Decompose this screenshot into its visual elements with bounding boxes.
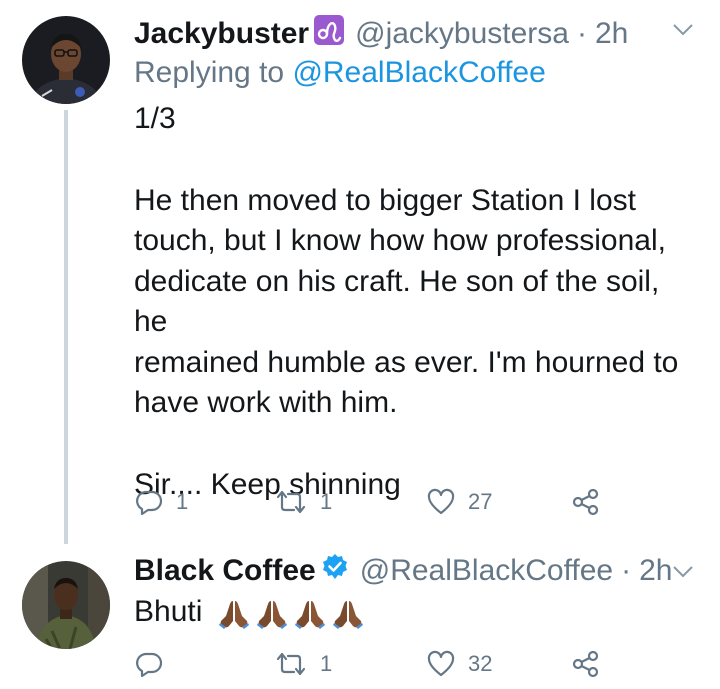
retweet-icon [274, 649, 308, 679]
tweet-header: Black Coffee @RealBlackCoffee · 2h [134, 551, 672, 591]
leo-zodiac-badge-icon [313, 14, 345, 54]
verified-badge-icon [320, 552, 350, 590]
like-count: 32 [468, 651, 493, 676]
timestamp[interactable]: 2h [595, 17, 628, 51]
timestamp[interactable]: 2h [639, 554, 672, 588]
share-icon [571, 487, 601, 517]
chevron-down-icon[interactable] [672, 22, 694, 38]
reply-button[interactable] [134, 644, 176, 684]
avatar-jackybuster[interactable] [22, 16, 110, 104]
tweet-line: touch, but I know how how professional, [134, 224, 666, 257]
thread-line [64, 110, 68, 544]
retweet-icon [274, 487, 308, 517]
tweet-actions: 1 1 27 [134, 482, 614, 522]
tweet-line: remained humble as ever. I'm hourned to [134, 345, 679, 379]
author-name[interactable]: Jackybuster [134, 17, 309, 51]
reply-count: 1 [176, 489, 189, 514]
reply-icon [134, 649, 164, 679]
share-button[interactable] [571, 482, 601, 522]
retweet-button[interactable]: 1 [274, 482, 332, 522]
separator-dot: · [621, 554, 632, 587]
replying-to-label: Replying to [134, 56, 285, 89]
replying-to-handle-link[interactable]: @RealBlackCoffee [292, 56, 545, 89]
tweet-line: have work with him. [134, 386, 398, 419]
tweet-actions: 1 32 [134, 644, 614, 684]
heart-icon [426, 487, 456, 517]
retweet-button[interactable]: 1 [274, 644, 332, 684]
tweet-text: Bhuti [134, 592, 694, 633]
separator-dot: · [576, 17, 587, 50]
heart-icon [426, 649, 456, 679]
tweet-header: Jackybuster @jackybustersa · 2h [134, 14, 628, 54]
folded-hands-emoji-icon [256, 601, 287, 630]
chevron-down-icon[interactable] [672, 564, 694, 580]
tweet-jackybuster[interactable]: Jackybuster @jackybustersa · 2h Replying… [0, 0, 720, 544]
like-button[interactable]: 32 [426, 644, 492, 684]
tweet-line: dedicate on his craft. He son of the soi… [134, 264, 660, 339]
tweet-text: 1/3 He then moved to bigger Station I lo… [134, 99, 694, 505]
like-count: 27 [468, 489, 493, 514]
tweet-line: 1/3 [134, 102, 176, 135]
reply-button[interactable]: 1 [134, 482, 188, 522]
author-name[interactable]: Black Coffee [134, 554, 316, 588]
share-icon [571, 649, 601, 679]
replying-to: Replying to @RealBlackCoffee [134, 56, 546, 90]
avatar-black-coffee[interactable] [22, 561, 110, 649]
folded-hands-emoji-icon [332, 601, 363, 630]
author-handle[interactable]: @jackybustersa [355, 17, 569, 51]
tweet-black-coffee[interactable]: Black Coffee @RealBlackCoffee · 2h Bhuti [0, 540, 720, 689]
author-handle[interactable]: @RealBlackCoffee [360, 554, 613, 588]
folded-hands-emoji-icon [218, 601, 249, 630]
retweet-count: 1 [320, 489, 333, 514]
like-button[interactable]: 27 [426, 482, 492, 522]
retweet-count: 1 [320, 651, 333, 676]
tweet-line: Bhuti [134, 595, 203, 628]
tweet-line: He then moved to bigger Station I lost [134, 183, 636, 217]
emoji-group [217, 596, 365, 630]
share-button[interactable] [571, 644, 601, 684]
folded-hands-emoji-icon [294, 601, 325, 630]
reply-icon [134, 487, 164, 517]
